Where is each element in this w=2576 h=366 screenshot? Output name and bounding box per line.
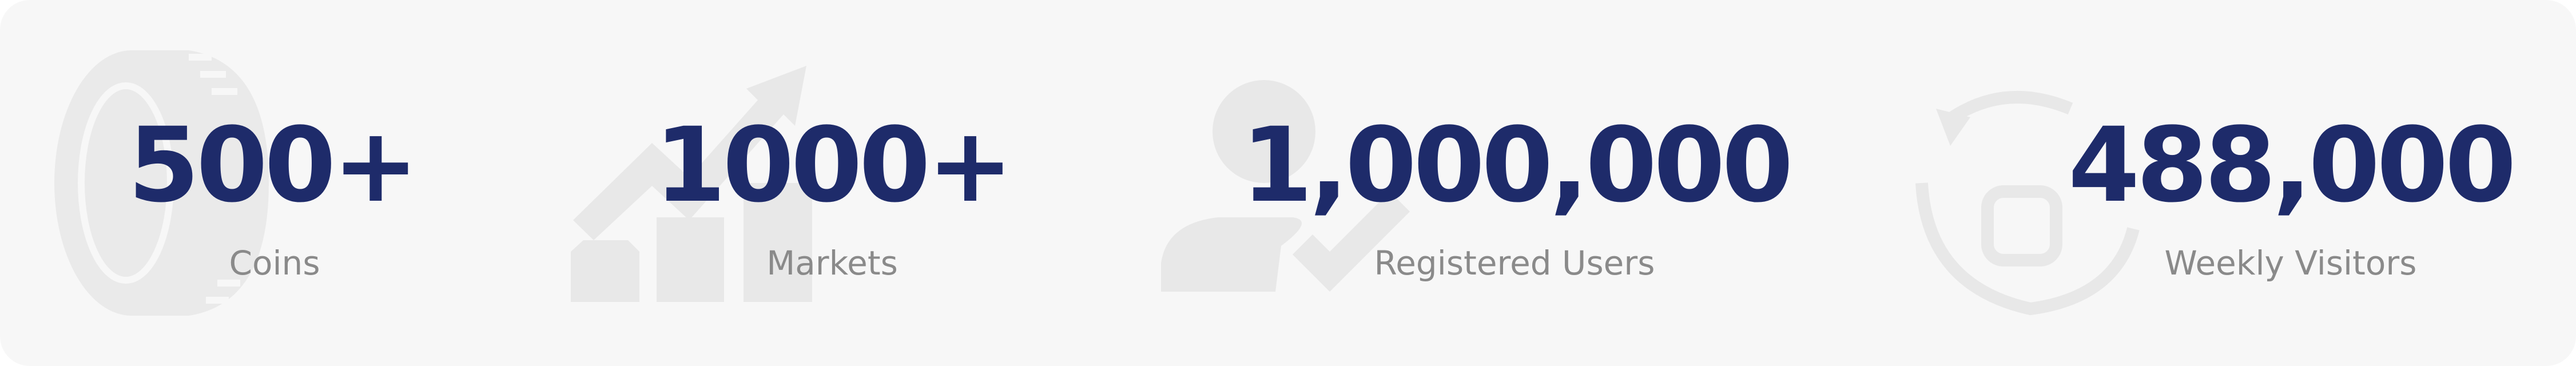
stat-value: 1,000,000 [1241,106,1793,225]
stat-label: Registered Users [1374,244,1655,283]
stat-label: Markets [766,244,898,283]
stat-markets: 1000+ Markets [560,0,1132,366]
stat-label: Weekly Visitors [2164,244,2417,283]
stat-registered-users: 1,000,000 Registered Users [1144,0,1830,366]
stat-coins: 500+ Coins [0,0,572,366]
stat-value: 500+ [128,106,419,225]
stat-value: 1000+ [654,106,1013,225]
stat-value: 488,000 [2068,106,2517,225]
stat-label: Coins [229,244,320,283]
stat-weekly-visitors: 488,000 Weekly Visitors [1887,0,2574,366]
stats-panel: 500+ Coins 1000+ Markets 1,000,000 Regis [0,0,2576,366]
